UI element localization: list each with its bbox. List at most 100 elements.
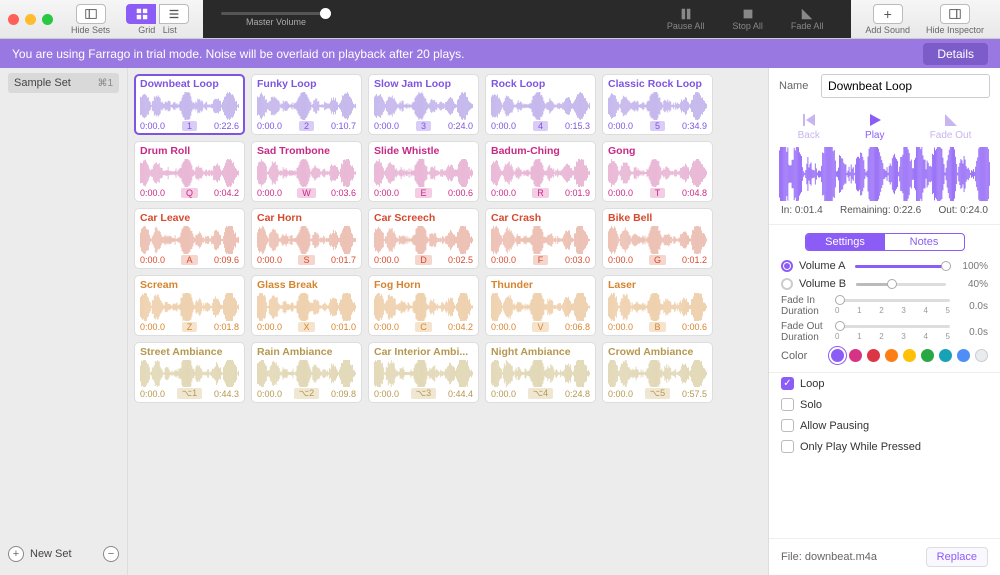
fade-all-button[interactable]: Fade All xyxy=(791,7,824,31)
waveform-preview[interactable] xyxy=(779,147,990,201)
sound-tile[interactable]: Car Crash 0:00.0 F 0:03.0 xyxy=(485,208,596,269)
hide-sets-group: Hide Sets xyxy=(71,4,110,35)
sound-tile[interactable]: Street Ambiance 0:00.0 ⌥1 0:44.3 xyxy=(134,342,245,403)
sound-tile[interactable]: Classic Rock Loop 0:00.0 5 0:34.9 xyxy=(602,74,713,135)
tile-title: Fog Horn xyxy=(374,279,473,291)
sound-tile[interactable]: Slow Jam Loop 0:00.0 3 0:24.0 xyxy=(368,74,479,135)
tile-end: 0:04.8 xyxy=(682,188,707,198)
tile-start: 0:00.0 xyxy=(491,389,516,399)
volume-a-radio[interactable] xyxy=(781,260,793,272)
remove-set-button[interactable]: − xyxy=(103,546,119,562)
close-window[interactable] xyxy=(8,14,19,25)
list-view-button[interactable] xyxy=(159,4,189,24)
tile-key: B xyxy=(649,322,665,332)
hide-sets-label: Hide Sets xyxy=(71,25,110,35)
sound-tile[interactable]: Thunder 0:00.0 V 0:06.8 xyxy=(485,275,596,336)
sound-tile[interactable]: Laser 0:00.0 B 0:00.6 xyxy=(602,275,713,336)
tile-key: 5 xyxy=(650,121,665,131)
volume-b-slider[interactable] xyxy=(856,283,946,286)
fade-out-button[interactable]: Fade Out xyxy=(930,112,972,141)
tab-notes[interactable]: Notes xyxy=(885,234,964,250)
tab-settings[interactable]: Settings xyxy=(806,234,885,250)
sound-tile[interactable]: Glass Break 0:00.0 X 0:01.0 xyxy=(251,275,362,336)
color-swatch[interactable] xyxy=(885,349,898,362)
details-button[interactable]: Details xyxy=(923,43,988,65)
tile-start: 0:00.0 xyxy=(374,389,399,399)
stop-all-button[interactable]: Stop All xyxy=(732,7,763,31)
sound-tile[interactable]: Night Ambiance 0:00.0 ⌥4 0:24.8 xyxy=(485,342,596,403)
tile-waveform xyxy=(140,159,239,187)
tile-key: ⌥3 xyxy=(411,388,436,399)
tile-waveform xyxy=(608,360,707,387)
color-swatch[interactable] xyxy=(831,349,844,362)
color-swatch[interactable] xyxy=(939,349,952,362)
loop-label: Loop xyxy=(800,378,824,390)
sound-tile[interactable]: Downbeat Loop 0:00.0 1 0:22.6 xyxy=(134,74,245,135)
tile-waveform xyxy=(491,159,590,187)
tile-key: G xyxy=(649,255,666,265)
tile-end: 0:03.0 xyxy=(565,255,590,265)
minimize-window[interactable] xyxy=(25,14,36,25)
tile-end: 0:03.6 xyxy=(331,188,356,198)
tile-start: 0:00.0 xyxy=(140,255,165,265)
color-swatch[interactable] xyxy=(975,349,988,362)
pause-all-button[interactable]: Pause All xyxy=(667,7,705,31)
add-sound-button[interactable]: + xyxy=(873,4,903,24)
replace-button[interactable]: Replace xyxy=(926,547,988,567)
allow-pausing-label: Allow Pausing xyxy=(800,420,869,432)
sound-tile[interactable]: Bike Bell 0:00.0 G 0:01.2 xyxy=(602,208,713,269)
tile-key: X xyxy=(298,322,314,332)
solo-label: Solo xyxy=(800,399,822,411)
sound-tile[interactable]: Rain Ambiance 0:00.0 ⌥2 0:09.8 xyxy=(251,342,362,403)
set-row[interactable]: Sample Set ⌘1 xyxy=(8,73,119,93)
color-swatch[interactable] xyxy=(957,349,970,362)
allow-pausing-checkbox[interactable] xyxy=(781,419,794,432)
color-swatch[interactable] xyxy=(849,349,862,362)
sound-tile[interactable]: Car Leave 0:00.0 A 0:09.6 xyxy=(134,208,245,269)
sound-tile[interactable]: Gong 0:00.0 T 0:04.8 xyxy=(602,141,713,202)
fade-out-value: 0.0s xyxy=(956,327,988,338)
back-button[interactable]: Back xyxy=(798,112,820,141)
tile-title: Car Horn xyxy=(257,212,356,224)
sound-tile[interactable]: Fog Horn 0:00.0 C 0:04.2 xyxy=(368,275,479,336)
sound-tile[interactable]: Scream 0:00.0 Z 0:01.8 xyxy=(134,275,245,336)
play-button[interactable]: Play xyxy=(865,112,884,141)
color-swatch[interactable] xyxy=(921,349,934,362)
fade-in-slider[interactable]: 012345 xyxy=(835,295,950,317)
tile-end: 0:24.8 xyxy=(565,389,590,399)
tile-key: ⌥2 xyxy=(294,388,319,399)
tile-start: 0:00.0 xyxy=(257,322,282,332)
grid-view-button[interactable] xyxy=(126,4,156,24)
sound-tile[interactable]: Crowd Ambiance 0:00.0 ⌥5 0:57.5 xyxy=(602,342,713,403)
sound-tile[interactable]: Sad Trombone 0:00.0 W 0:03.6 xyxy=(251,141,362,202)
tile-waveform xyxy=(374,360,473,387)
sound-tile[interactable]: Car Interior Ambi... 0:00.0 ⌥3 0:44.4 xyxy=(368,342,479,403)
fade-out-slider[interactable]: 012345 xyxy=(835,321,950,343)
sound-tile[interactable]: Funky Loop 0:00.0 2 0:10.7 xyxy=(251,74,362,135)
sound-tile[interactable]: Car Screech 0:00.0 D 0:02.5 xyxy=(368,208,479,269)
only-pressed-checkbox[interactable] xyxy=(781,440,794,453)
solo-checkbox[interactable] xyxy=(781,398,794,411)
hide-sets-button[interactable] xyxy=(76,4,106,24)
new-set-button[interactable]: + xyxy=(8,546,24,562)
name-input[interactable] xyxy=(821,74,990,98)
color-picker: Color xyxy=(769,345,1000,373)
tile-end: 0:01.0 xyxy=(331,322,356,332)
sound-tile[interactable]: Drum Roll 0:00.0 Q 0:04.2 xyxy=(134,141,245,202)
tile-title: Downbeat Loop xyxy=(140,78,239,90)
sound-tile[interactable]: Slide Whistle 0:00.0 E 0:00.6 xyxy=(368,141,479,202)
tile-title: Slow Jam Loop xyxy=(374,78,473,90)
inspector: Name Back Play Fade Out In: 0:01.4 Remai… xyxy=(768,68,1000,575)
sound-tile[interactable]: Rock Loop 0:00.0 4 0:15.3 xyxy=(485,74,596,135)
volume-a-slider[interactable] xyxy=(855,265,946,268)
volume-b-radio[interactable] xyxy=(781,278,793,290)
color-swatch[interactable] xyxy=(903,349,916,362)
master-volume-slider[interactable] xyxy=(221,12,331,15)
loop-checkbox[interactable]: ✓ xyxy=(781,377,794,390)
sound-tile[interactable]: Car Horn 0:00.0 S 0:01.7 xyxy=(251,208,362,269)
color-swatch[interactable] xyxy=(867,349,880,362)
zoom-window[interactable] xyxy=(42,14,53,25)
sound-tile[interactable]: Badum-Ching 0:00.0 R 0:01.9 xyxy=(485,141,596,202)
tile-end: 0:00.6 xyxy=(682,322,707,332)
hide-inspector-button[interactable] xyxy=(940,4,970,24)
